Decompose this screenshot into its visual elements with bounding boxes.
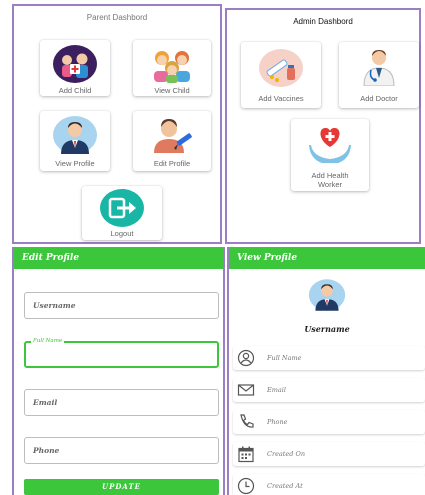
full-name-row: Full Name — [233, 346, 425, 370]
add-child-icon — [53, 45, 97, 83]
parent-dashboard-panel: Parent Dashbord Add Child View Child Vie… — [12, 4, 222, 244]
phone-field[interactable]: Phone — [24, 437, 219, 464]
view-profile-panel: View Profile Username Full Name Email Ph… — [227, 247, 425, 495]
add-child-card[interactable]: Add Child — [40, 40, 110, 96]
phone-label: Phone — [267, 418, 288, 426]
avatar — [308, 279, 346, 311]
logout-icon — [100, 189, 144, 227]
logout-card[interactable]: Logout — [82, 186, 162, 240]
add-doctor-card[interactable]: Add Doctor — [339, 42, 419, 108]
email-row: Email — [233, 378, 425, 402]
mail-icon — [237, 384, 255, 396]
parent-dashboard-title: Parent Dashbord — [86, 13, 148, 22]
full-name-floating-label: Full Name — [31, 338, 65, 344]
add-health-worker-label-1: Add Health — [311, 171, 349, 180]
admin-dashboard-panel: Admin Dashbord Add Vaccines Add Doctor A… — [225, 8, 421, 244]
logout-label: Logout — [110, 229, 134, 238]
edit-profile-label: Edit Profile — [153, 159, 191, 168]
add-doctor-label: Add Doctor — [360, 94, 398, 103]
phone-icon — [240, 414, 254, 428]
full-name-label: Full Name — [267, 354, 302, 362]
created-at-label: Created At — [267, 482, 303, 490]
add-health-worker-label-2: Worker — [317, 180, 343, 189]
update-button[interactable]: UPDATE — [24, 479, 219, 495]
vaccine-icon — [259, 49, 303, 87]
add-vaccines-label: Add Vaccines — [258, 94, 304, 103]
phone-placeholder: Phone — [33, 446, 60, 455]
phone-row: Phone — [233, 410, 425, 434]
edit-profile-icon — [154, 119, 192, 153]
username-placeholder: Username — [33, 301, 76, 310]
add-vaccines-card[interactable]: Add Vaccines — [241, 42, 321, 108]
view-profile-card[interactable]: View Profile — [40, 111, 110, 171]
calendar-icon — [238, 446, 254, 463]
view-child-label: View Child — [154, 86, 190, 95]
created-on-row: Created On — [233, 442, 425, 466]
edit-profile-card[interactable]: Edit Profile — [133, 111, 211, 171]
email-placeholder: Email — [33, 398, 58, 407]
profile-username: Username — [304, 324, 350, 334]
health-worker-icon — [309, 127, 351, 163]
view-profile-appbar: View Profile — [229, 247, 425, 269]
person-icon — [237, 349, 255, 367]
doctor-icon — [363, 50, 395, 86]
admin-dashboard-title: Admin Dashbord — [293, 17, 353, 26]
created-at-row: Created At — [233, 474, 425, 495]
add-child-label: Add Child — [58, 86, 92, 95]
username-field[interactable]: Username — [24, 292, 219, 319]
email-field[interactable]: Email — [24, 389, 219, 416]
view-child-card[interactable]: View Child — [133, 40, 211, 96]
edit-profile-appbar: Edit Profile — [14, 247, 223, 269]
created-on-label: Created On — [267, 450, 306, 458]
clock-icon — [237, 477, 255, 495]
profile-icon — [53, 116, 97, 154]
view-profile-label: View Profile — [55, 159, 95, 168]
full-name-field[interactable]: Full Name — [24, 338, 219, 368]
edit-profile-panel: Edit Profile Username Full Name Email Ph… — [12, 247, 225, 495]
children-icon — [154, 51, 190, 83]
email-label: Email — [267, 386, 286, 394]
add-health-worker-card[interactable]: Add Health Worker — [291, 119, 369, 191]
